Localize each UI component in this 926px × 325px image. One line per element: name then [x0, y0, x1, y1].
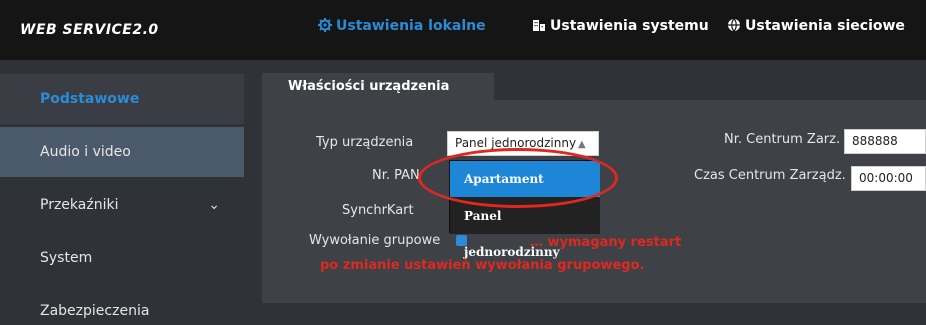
sidebar-item-label: Podstawowe	[40, 91, 140, 107]
sidebar-item-przekazniki[interactable]: Przekaźniki ⌄	[0, 180, 244, 230]
brand-logo: WEB SERVICE2.0	[20, 22, 159, 38]
synch-kart-label: SynchrKart	[342, 203, 414, 218]
nav-ustawienia-lokalne[interactable]: Ustawienia lokalne	[318, 18, 486, 36]
device-type-label: Typ urządzenia	[316, 135, 414, 150]
sidebar-item-system[interactable]: System	[0, 233, 244, 283]
nav-label: Ustawienia systemu	[550, 18, 709, 34]
tab-bar: Właściości urządzenia	[262, 73, 926, 100]
caret-up-icon: ▲	[578, 139, 586, 150]
sidebar-item-zabezpieczenia[interactable]: Zabezpieczenia	[0, 286, 244, 325]
centrum-number-input[interactable]: 888888	[844, 129, 926, 154]
chevron-down-icon: ⌄	[208, 197, 220, 213]
top-bar: WEB SERVICE2.0 Ustawienia lokalne Ustawi…	[0, 0, 926, 60]
nav-label: Ustawienia sieciowe	[745, 18, 905, 34]
sidebar: Podstawowe Audio i video Przekaźniki ⌄ S…	[0, 60, 244, 325]
centrum-number-label: Nr. Centrum Zarz.	[724, 132, 841, 147]
gear-icon	[318, 18, 332, 36]
sidebar-item-label: Zabezpieczenia	[40, 303, 150, 319]
highlight-ring	[418, 148, 618, 208]
centrum-time-label: Czas Centrum Zarządz.	[694, 168, 846, 183]
sidebar-item-audio-video[interactable]: Audio i video	[0, 127, 244, 177]
tab-wlasciwosci-urzadzenia[interactable]: Właściości urządzenia	[262, 73, 494, 100]
centrum-time-input[interactable]: 00:00:00	[851, 166, 926, 191]
sidebar-item-label: System	[40, 250, 93, 266]
globe-icon	[727, 18, 741, 36]
sidebar-item-podstawowe[interactable]: Podstawowe	[0, 74, 244, 124]
nav-ustawienia-systemu[interactable]: Ustawienia systemu	[532, 18, 709, 36]
nav-ustawienia-sieciowe[interactable]: Ustawienia sieciowe	[727, 18, 905, 36]
sidebar-item-label: Przekaźniki	[40, 197, 119, 213]
building-icon	[532, 18, 546, 36]
nav-label: Ustawienia lokalne	[336, 18, 486, 34]
group-call-label: Wywołanie grupowe	[309, 233, 441, 248]
sidebar-item-label: Audio i video	[40, 144, 131, 160]
pan-number-label: Nr. PAN	[372, 168, 420, 183]
